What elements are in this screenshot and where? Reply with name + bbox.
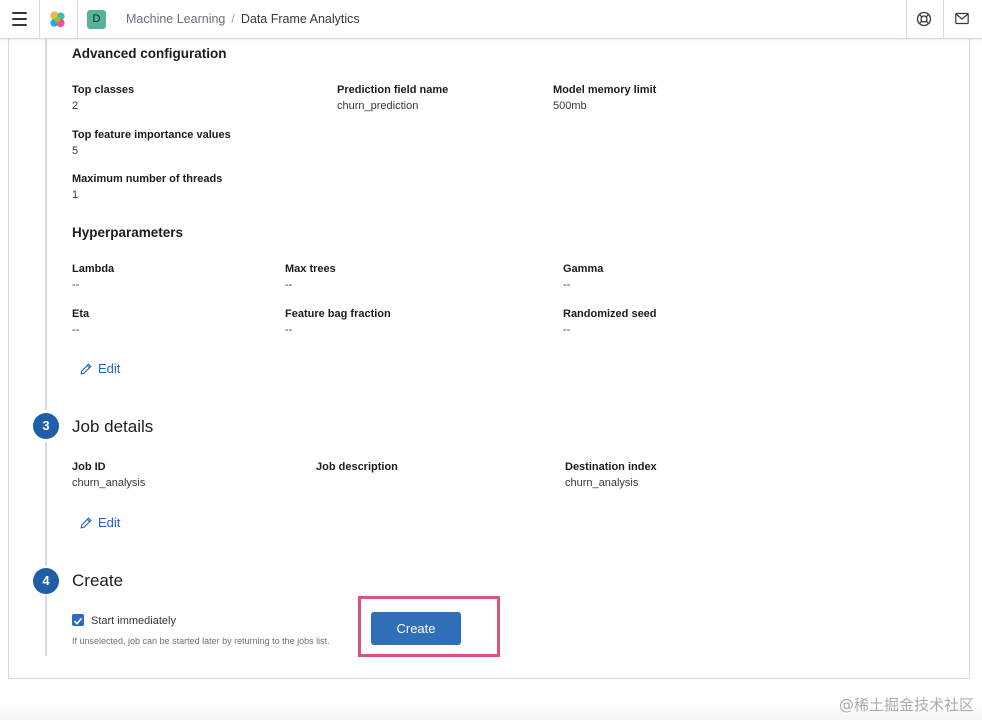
start-immediately-label[interactable]: Start immediately	[91, 615, 176, 627]
max-trees-label: Max trees	[285, 263, 336, 275]
elastic-logo[interactable]	[48, 10, 67, 29]
model-memory-limit-label: Model memory limit	[553, 84, 657, 96]
max-threads-label: Maximum number of threads	[72, 173, 223, 185]
job-id-value: churn_analysis	[72, 477, 146, 489]
top-feature-importance-label: Top feature importance values	[72, 129, 231, 141]
menu-icon[interactable]	[12, 12, 27, 26]
edit-label: Edit	[98, 361, 121, 376]
top-classes-label: Top classes	[72, 84, 135, 96]
destination-index-value: churn_analysis	[565, 477, 639, 489]
header-divider	[39, 0, 40, 39]
job-details-title: Job details	[72, 417, 154, 436]
lambda-label: Lambda	[72, 263, 115, 275]
top-header: D Machine Learning / Data Frame Analytics	[0, 0, 982, 39]
pencil-icon	[80, 362, 92, 374]
eta-value: --	[72, 324, 80, 336]
max-threads-value: 1	[72, 189, 79, 201]
prediction-field-name-label: Prediction field name	[337, 84, 449, 96]
start-immediately-checkbox[interactable]	[72, 614, 84, 626]
pencil-icon	[80, 516, 92, 528]
help-icon[interactable]	[916, 11, 932, 27]
job-id-label: Job ID	[72, 461, 106, 473]
watermark: @稀土掘金技术社区	[838, 696, 974, 714]
create-step-title: Create	[72, 571, 124, 590]
gamma-label: Gamma	[563, 263, 604, 275]
breadcrumb-data-frame-analytics: Data Frame Analytics	[240, 12, 360, 26]
space-avatar[interactable]: D	[87, 10, 106, 29]
create-button[interactable]: Create	[371, 612, 461, 645]
header-divider	[77, 0, 78, 39]
bottom-bar	[0, 704, 982, 720]
top-classes-value: 2	[72, 100, 79, 112]
step-connector	[45, 39, 47, 410]
step-4-indicator: 4	[33, 568, 59, 594]
header-divider	[906, 0, 907, 39]
feature-bag-fraction-label: Feature bag fraction	[285, 308, 391, 320]
breadcrumb-machine-learning[interactable]: Machine Learning	[126, 12, 225, 26]
randomized-seed-label: Randomized seed	[563, 308, 657, 320]
lambda-value: --	[72, 279, 80, 291]
edit-label: Edit	[98, 515, 121, 530]
header-divider	[943, 0, 944, 39]
edit-job-details-button[interactable]: Edit	[80, 515, 120, 530]
prediction-field-name-value: churn_prediction	[337, 100, 419, 112]
step-connector	[45, 596, 47, 656]
randomized-seed-value: --	[563, 324, 571, 336]
edit-advanced-button[interactable]: Edit	[80, 361, 120, 376]
start-immediately-help: If unselected, job can be started later …	[72, 636, 330, 646]
top-feature-importance-value: 5	[72, 145, 79, 157]
max-trees-value: --	[285, 279, 293, 291]
eta-label: Eta	[72, 308, 90, 320]
step-connector	[45, 442, 47, 566]
mail-icon[interactable]	[955, 12, 969, 25]
job-description-label: Job description	[316, 461, 398, 473]
breadcrumb: Machine Learning / Data Frame Analytics	[126, 12, 360, 26]
model-memory-limit-value: 500mb	[553, 100, 587, 112]
checkmark-icon	[73, 617, 83, 625]
step-3-indicator: 3	[33, 413, 59, 439]
gamma-value: --	[563, 279, 571, 291]
destination-index-label: Destination index	[565, 461, 657, 473]
breadcrumb-separator: /	[231, 12, 235, 26]
hyperparameters-title: Hyperparameters	[72, 225, 184, 240]
advanced-configuration-title: Advanced configuration	[72, 46, 227, 61]
feature-bag-fraction-value: --	[285, 324, 293, 336]
